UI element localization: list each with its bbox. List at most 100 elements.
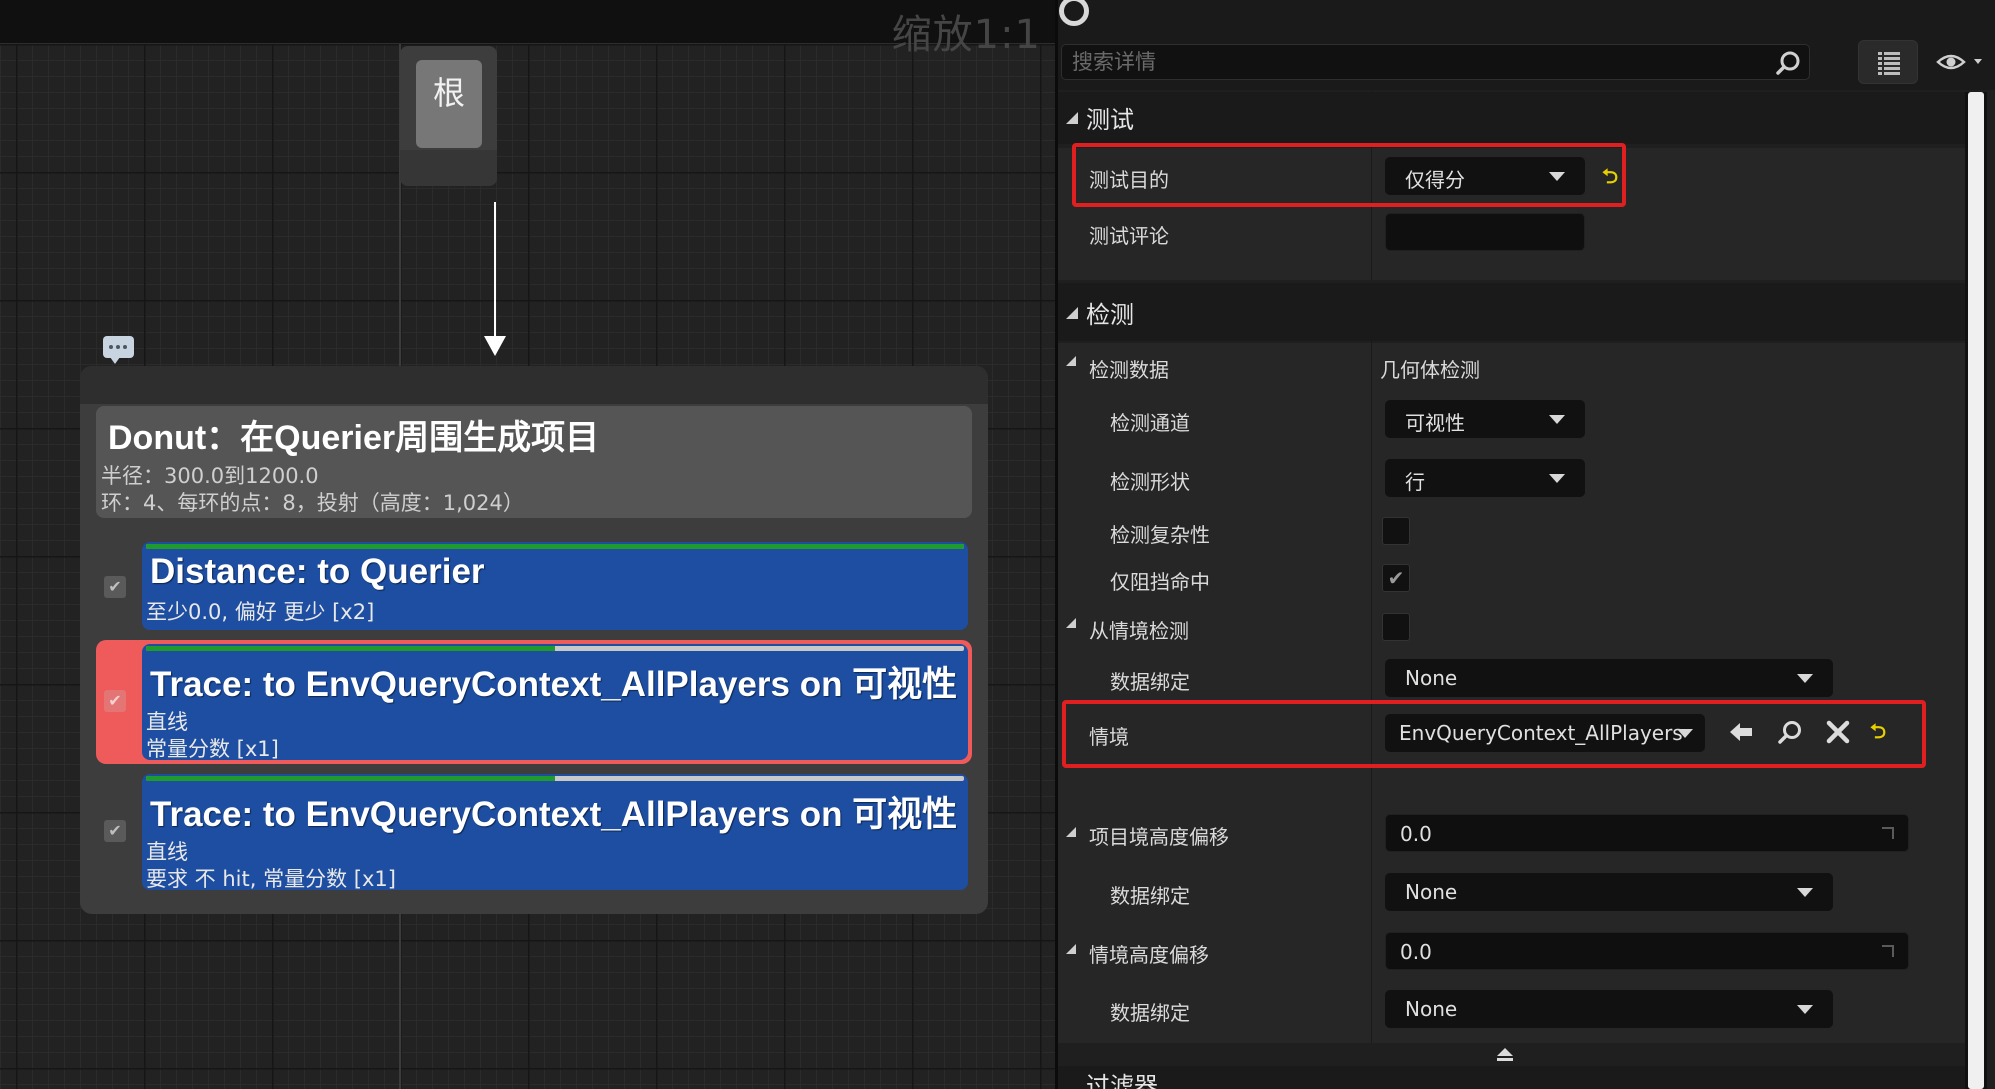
trace-shape-dropdown[interactable]: 行 [1385, 459, 1585, 497]
graph-toolbar: 缩放1:1 [0, 0, 1055, 58]
section-trace-header[interactable]: 检测 [1058, 283, 1973, 341]
test-description: 直线 [146, 840, 188, 864]
chevron-down-icon [1797, 674, 1813, 683]
item-height-offset-value: 0.0 [1400, 822, 1432, 846]
expand-field-icon[interactable] [1882, 945, 1894, 957]
test-node-trace-2[interactable]: ✔ Trace: to EnvQueryContext_AllPlayers o… [96, 770, 972, 894]
data-binding-label: 数据绑定 [1110, 884, 1190, 908]
test-weight-bar [146, 646, 964, 651]
chevron-down-icon [1549, 415, 1565, 424]
test-weight-bar [146, 544, 964, 549]
chevron-down-icon [1549, 474, 1565, 483]
test-title: Distance: to Querier [150, 552, 485, 591]
chevron-down-icon [1797, 888, 1813, 897]
test-scoring: 要求 不 hit, 常量分数 [x1] [146, 867, 396, 890]
data-binding-label: 数据绑定 [1110, 670, 1190, 694]
test-description: 直线 [146, 710, 188, 734]
only-blocking-label: 仅阻挡命中 [1110, 570, 1210, 594]
test-description: 至少0.0, 偏好 更少 [x2] [146, 600, 375, 624]
section-test-header[interactable]: 测试 [1058, 92, 1973, 144]
data-binding-dropdown[interactable]: None [1385, 990, 1833, 1028]
item-height-offset-label: 项目境高度偏移 [1089, 825, 1229, 849]
chevron-down-icon [1797, 1005, 1813, 1014]
section-filter-header[interactable]: 过滤器 [1058, 1066, 1965, 1089]
checkmark-icon[interactable]: ✔ [104, 820, 126, 842]
zoom-label: 缩放1:1 [891, 12, 1041, 58]
expand-arrow-icon[interactable] [1066, 944, 1076, 954]
test-weight-fill [146, 544, 964, 549]
visibility-button[interactable] [1936, 48, 1992, 78]
scrollbar-thumb[interactable] [1968, 92, 1984, 1089]
trace-shape-label: 检测形状 [1110, 470, 1190, 494]
trace-channel-label: 检测通道 [1110, 411, 1190, 435]
trace-data-label: 检测数据 [1089, 358, 1169, 382]
generator-radius: 半径：300.0到1200.0 [101, 464, 319, 488]
search-box[interactable] [1061, 44, 1810, 80]
trace-data-value: 几何体检测 [1380, 358, 1480, 382]
grid-view-icon [1878, 52, 1900, 75]
search-input[interactable] [1072, 47, 1752, 77]
context-height-offset-input[interactable]: 0.0 [1385, 932, 1909, 970]
collapse-arrow-icon[interactable] [1495, 1046, 1515, 1062]
checkmark-icon[interactable]: ✔ [104, 690, 126, 712]
search-icon[interactable] [1775, 50, 1801, 76]
test-comment-label: 测试评论 [1089, 224, 1169, 248]
root-node-label: 根 [416, 60, 482, 148]
expand-arrow-icon[interactable] [1066, 827, 1076, 837]
test-title: Trace: to EnvQueryContext_AllPlayers on … [150, 665, 958, 704]
item-height-offset-input[interactable]: 0.0 [1385, 814, 1909, 852]
data-binding-dropdown[interactable]: None [1385, 873, 1833, 911]
generator-input-pin[interactable] [80, 366, 988, 404]
column-separator[interactable] [1371, 283, 1372, 1043]
test-body[interactable]: Trace: to EnvQueryContext_AllPlayers on … [142, 774, 968, 890]
only-blocking-checkbox[interactable]: ✔ [1382, 564, 1410, 592]
annotation-highlight-purpose [1072, 143, 1626, 207]
annotation-highlight-context [1062, 700, 1926, 768]
generator-header[interactable]: Donut：在Querier周围生成项目 半径：300.0到1200.0 环：4… [96, 406, 972, 518]
test-body[interactable]: Trace: to EnvQueryContext_AllPlayers on … [142, 644, 968, 760]
generator-rings: 环：4、每环的点：8，投射（高度：1,024） [101, 491, 524, 515]
test-body[interactable]: Distance: to Querier 至少0.0, 偏好 更少 [x2] [142, 542, 968, 630]
expand-arrow-icon[interactable] [1066, 356, 1076, 366]
context-height-offset-label: 情境高度偏移 [1089, 943, 1209, 967]
data-binding-label: 数据绑定 [1110, 1001, 1190, 1025]
grid-view-button[interactable] [1858, 40, 1918, 84]
expand-arrow-icon [1066, 112, 1078, 124]
comment-icon[interactable] [103, 336, 134, 364]
expand-arrow-icon [1066, 307, 1078, 319]
details-scrollbar[interactable] [1965, 92, 1987, 1089]
trace-channel-value: 可视性 [1405, 411, 1465, 435]
eye-icon [1936, 54, 1982, 70]
from-context-label: 从情境检测 [1089, 619, 1189, 643]
test-comment-input[interactable] [1385, 213, 1585, 251]
generator-node[interactable]: Donut：在Querier周围生成项目 半径：300.0到1200.0 环：4… [80, 366, 988, 914]
generator-title: Donut：在Querier周围生成项目 [108, 419, 600, 457]
expand-arrow-icon[interactable] [1066, 618, 1076, 628]
trace-channel-dropdown[interactable]: 可视性 [1385, 400, 1585, 438]
checkmark-icon[interactable]: ✔ [104, 576, 126, 598]
test-title: Trace: to EnvQueryContext_AllPlayers on … [150, 795, 958, 834]
test-node-trace-1[interactable]: ✔ Trace: to EnvQueryContext_AllPlayers o… [96, 640, 972, 764]
from-context-checkbox[interactable] [1382, 613, 1410, 641]
data-binding-value: None [1405, 997, 1458, 1021]
data-binding-dropdown[interactable]: None [1385, 659, 1833, 697]
ring-icon[interactable] [1059, 0, 1089, 26]
connection-wire [494, 202, 496, 340]
graph-canvas[interactable]: 缩放1:1 根 Donut：在Querier周围生成项目 半径：300.0到12… [0, 0, 1055, 1089]
details-toolbar [1058, 0, 1995, 90]
context-height-offset-value: 0.0 [1400, 940, 1432, 964]
test-weight-fill [146, 646, 555, 651]
root-node[interactable]: 根 [400, 46, 497, 186]
data-binding-value: None [1405, 666, 1458, 690]
root-output-pin[interactable] [400, 150, 497, 186]
trace-shape-value: 行 [1405, 470, 1425, 494]
expand-field-icon[interactable] [1882, 827, 1894, 839]
test-weight-bar [146, 776, 964, 781]
trace-complex-checkbox[interactable] [1382, 517, 1410, 545]
test-node-distance[interactable]: ✔ Distance: to Querier 至少0.0, 偏好 更少 [x2] [96, 538, 972, 634]
trace-complex-label: 检测复杂性 [1110, 523, 1210, 547]
test-scoring: 常量分数 [x1] [146, 737, 279, 760]
test-weight-fill [146, 776, 555, 781]
section-test-title: 测试 [1086, 106, 1134, 134]
details-panel: 测试 测试目的 仅得分 ⮌ 测试评论 检测 检测数据 几何体检测 检测通道 可视… [1058, 0, 1995, 1089]
